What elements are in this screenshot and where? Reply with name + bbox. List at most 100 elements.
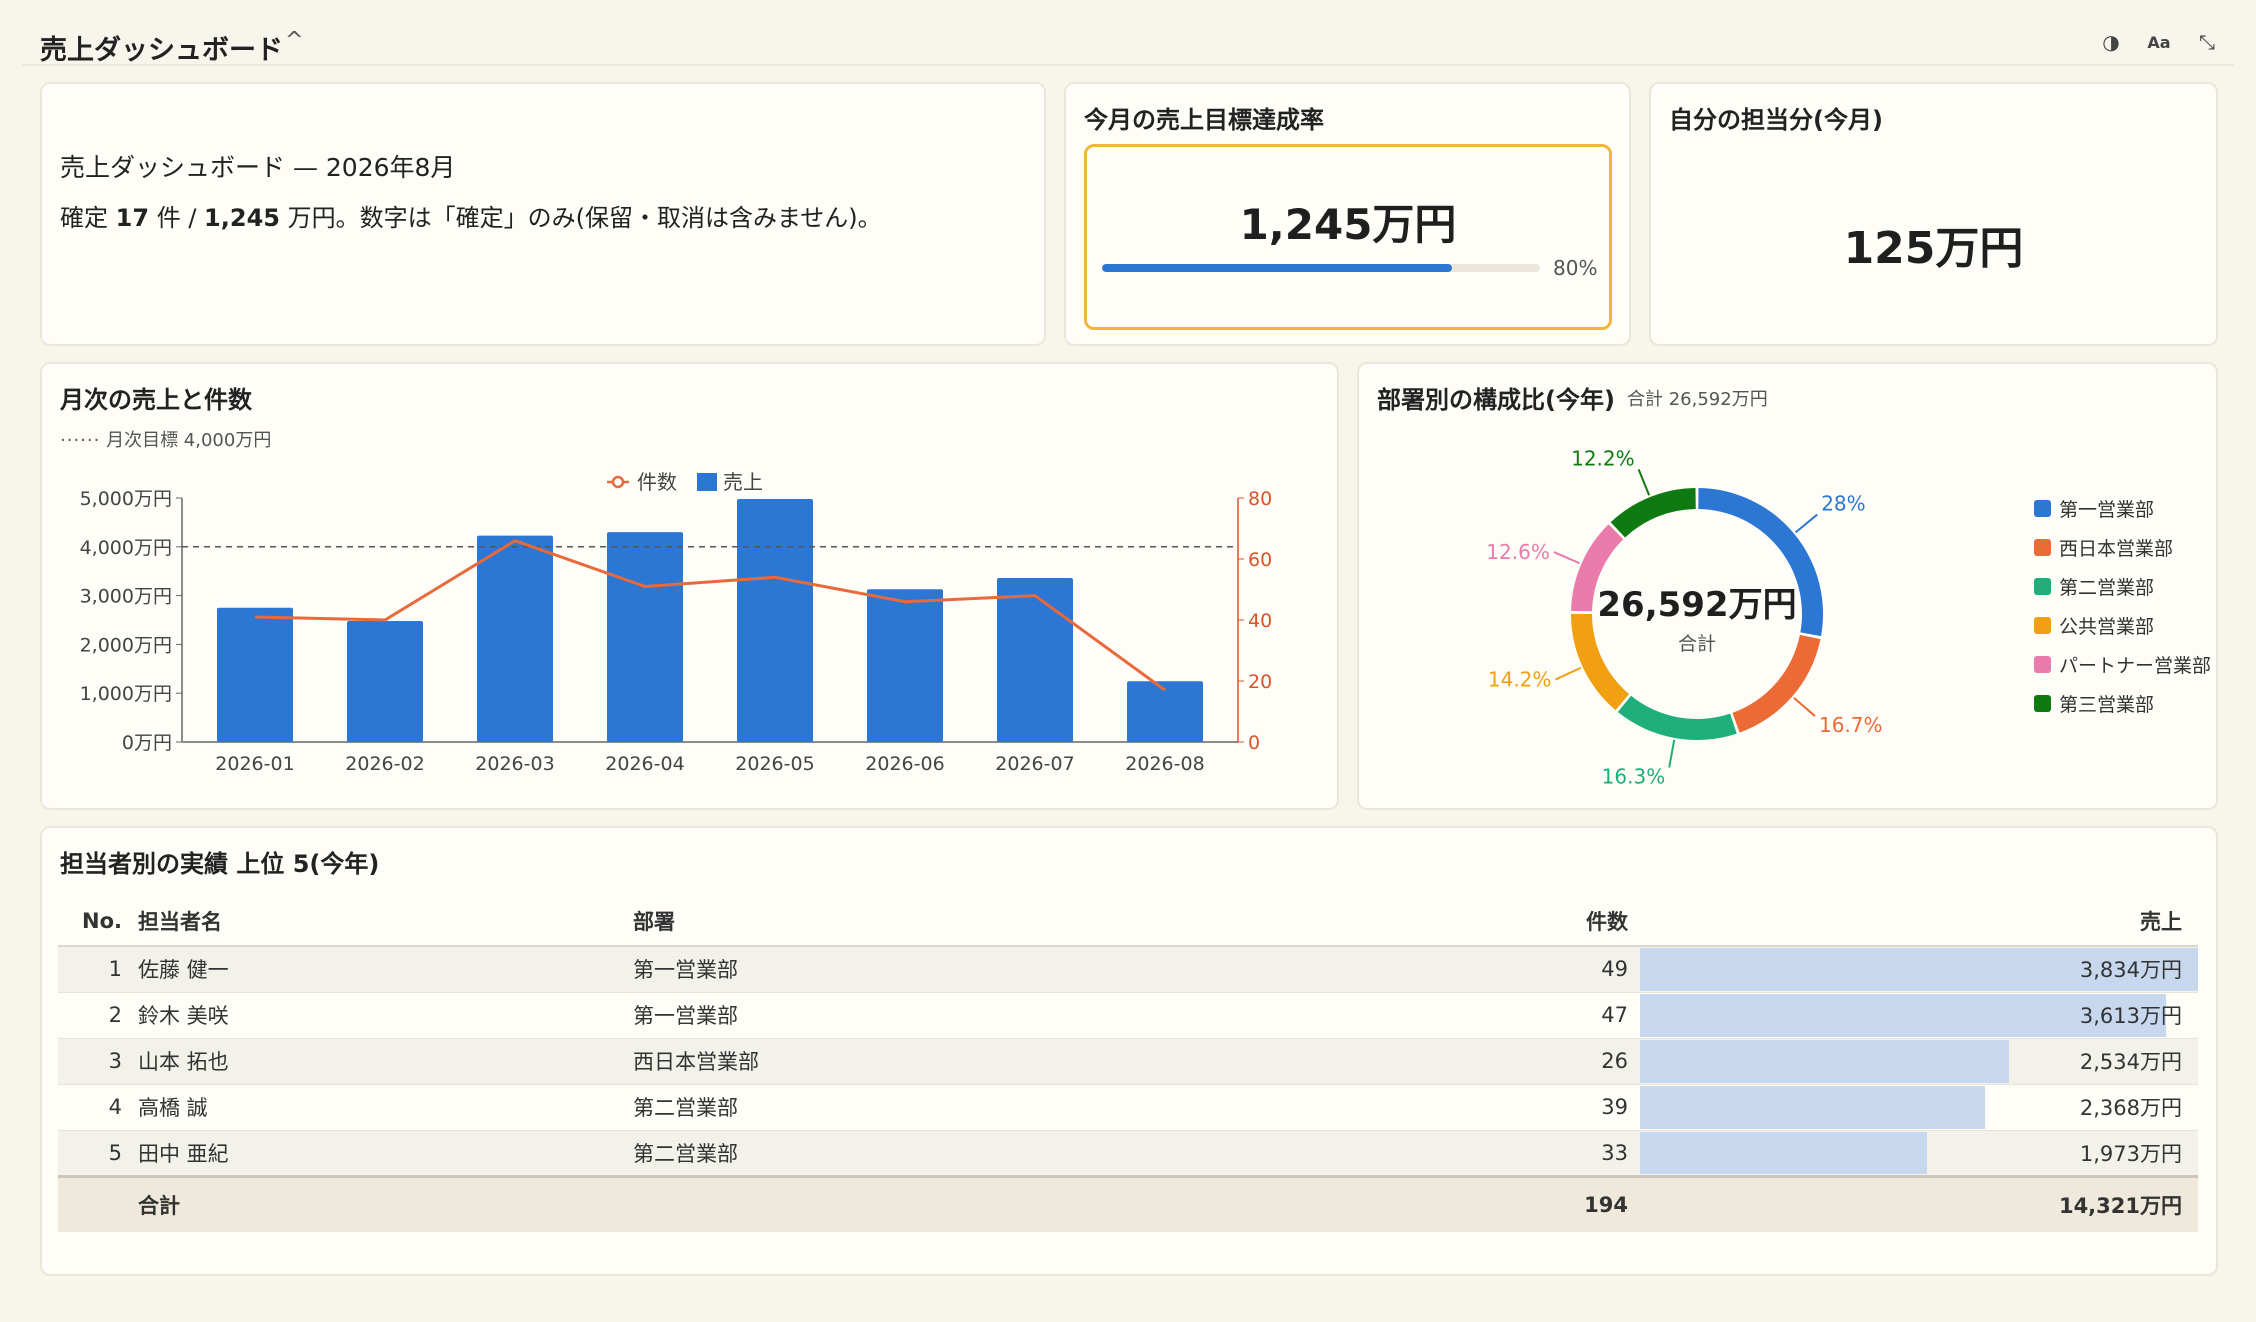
ranking-card: 担当者別の実績 上位 5(今年) No. 担当者名 部署 件数 売上 1 佐藤 健…: [40, 826, 2218, 1276]
row-name: 山本 拓也: [138, 1050, 229, 1074]
row-sales-cell: 3,613万円: [1640, 992, 2198, 1038]
col-count[interactable]: 件数: [1263, 896, 1640, 946]
y-left-tick-label: 3,000万円: [80, 586, 172, 608]
row-count: 26: [1601, 1049, 1628, 1073]
dashboard-title: 売上ダッシュボード: [40, 35, 283, 66]
donut-value-label: 12.6%: [1486, 540, 1550, 564]
summary-prefix: 確定: [60, 204, 108, 232]
col-no[interactable]: No.: [58, 896, 138, 946]
sales-bar: [1640, 1085, 1985, 1129]
donut-value-label: 28%: [1821, 492, 1865, 516]
legend-label: パートナー営業部: [2059, 655, 2211, 677]
table-row[interactable]: 1 佐藤 健一 第一営業部 49 3,834万円: [58, 946, 2198, 992]
legend-swatch: [2034, 617, 2051, 634]
y-left-tick-label: 0万円: [122, 732, 172, 754]
x-tick-label: 2026-07: [995, 753, 1074, 775]
row-sales: 3,613万円: [2079, 1004, 2182, 1028]
summary-card: 売上ダッシュボード — 2026年8月 確定 17 件 / 1,245 万円。数…: [40, 82, 1046, 346]
row-count: 39: [1601, 1095, 1628, 1119]
row-no: 1: [108, 957, 122, 982]
col-dept[interactable]: 部署: [633, 896, 1263, 946]
table-row[interactable]: 4 高橋 誠 第二営業部 39 2,368万円: [58, 1084, 2198, 1130]
table-row[interactable]: 3 山本 拓也 西日本営業部 26 2,534万円: [58, 1038, 2198, 1084]
monthly-chart: 0万円 1,000万円 2,000万円 3,000万円 4,000万円 5,000万円 0 2…: [80, 470, 1273, 775]
own-value: 125万円: [1843, 223, 2024, 274]
donut-leader-1: [1793, 696, 1816, 717]
sales-bar-2026-02: [347, 620, 423, 742]
y-right-tick-label: 40: [1248, 610, 1272, 632]
donut-leader-4: [1553, 551, 1580, 565]
goal-progress-fill: [1102, 264, 1453, 272]
legend-sales-swatch: [697, 473, 717, 491]
x-tick-label: 2026-05: [735, 753, 814, 775]
dashboard-header: 売上ダッシュボード ^ ◑ Aa ⤡: [22, 20, 2234, 66]
donut-slice-5: [1610, 488, 1696, 538]
summary-count: 17: [115, 204, 150, 232]
sales-bar-2026-08: [1127, 681, 1203, 742]
legend-count-label: 件数: [637, 470, 677, 494]
sales-bar: [1640, 1039, 2009, 1083]
row-name: 田中 亜紀: [138, 1141, 229, 1166]
legend-label: 第一営業部: [2059, 499, 2154, 521]
donut-leader-3: [1555, 666, 1582, 681]
total-label: 合計: [138, 1193, 180, 1218]
font-size-icon[interactable]: Aa: [2146, 33, 2172, 52]
legend-label: 公共営業部: [2059, 616, 2154, 638]
donut-leader-2: [1668, 739, 1676, 768]
row-count: 33: [1601, 1140, 1628, 1165]
legend-swatch: [2034, 695, 2051, 712]
row-no: 5: [108, 1140, 122, 1165]
donut-value-label: 12.2%: [1571, 446, 1635, 470]
y-left-tick-label: 2,000万円: [80, 634, 172, 656]
x-tick-label: 2026-01: [215, 753, 294, 775]
y-left-tick-label: 5,000万円: [80, 488, 172, 510]
dept-chart-card: 部署別の構成比(今年) 合計 26,592万円 28% 16.7% 16.3% 14.…: [1357, 362, 2218, 810]
row-sales: 2,368万円: [2079, 1096, 2182, 1120]
legend-label: 西日本営業部: [2059, 538, 2173, 560]
donut-value-label: 14.2%: [1488, 668, 1552, 692]
table-total-row: 合計 194 14,321万円: [58, 1176, 2198, 1232]
legend-label: 第三営業部: [2059, 694, 2154, 716]
donut-leader-5: [1637, 468, 1651, 496]
y-right-tick-label: 20: [1248, 671, 1272, 693]
col-sales[interactable]: 売上: [1640, 896, 2198, 946]
row-dept: 第二営業部: [633, 1141, 738, 1166]
legend-swatch: [2034, 500, 2051, 517]
summary-heading: 売上ダッシュボード — 2026年8月: [60, 153, 456, 182]
donut-center-label: 合計: [1678, 633, 1716, 655]
x-tick-label: 2026-06: [865, 753, 944, 775]
goal-card: 今月の売上目標達成率 1,245万円 80%: [1064, 82, 1631, 346]
row-dept: 第一営業部: [633, 1004, 738, 1028]
y-right-tick-label: 80: [1248, 488, 1272, 510]
table-row[interactable]: 5 田中 亜紀 第二営業部 33 1,973万円: [58, 1130, 2198, 1176]
own-card: 自分の担当分(今月) 125万円: [1649, 82, 2218, 346]
table-header-row: No. 担当者名 部署 件数 売上: [58, 896, 2198, 946]
row-name: 高橋 誠: [138, 1096, 208, 1120]
y-left-tick-label: 4,000万円: [80, 537, 172, 559]
contrast-icon[interactable]: ◑: [2098, 30, 2124, 54]
legend-sales-label: 売上: [723, 470, 763, 494]
legend-swatch: [2034, 578, 2051, 595]
dept-donut-chart: 28% 16.7% 16.3% 14.2% 12.6% 12.2% 26,592万円合計 第一…: [1486, 446, 2211, 788]
row-sales-cell: 1,973万円: [1640, 1130, 2198, 1176]
collapse-icon[interactable]: ⤡: [2194, 30, 2220, 54]
donut-slice-1: [1732, 634, 1821, 733]
goal-value: 1,245万円: [1239, 200, 1457, 249]
donut-center-value: 26,592万円: [1597, 585, 1796, 625]
y-right-tick-label: 0: [1248, 732, 1260, 754]
sales-bar-2026-06: [867, 589, 943, 742]
col-name[interactable]: 担当者名: [138, 896, 633, 946]
goal-progress-track: [1102, 264, 1540, 272]
x-tick-label: 2026-02: [345, 753, 424, 775]
table-row[interactable]: 2 鈴木 美咲 第一営業部 47 3,613万円: [58, 992, 2198, 1038]
monthly-chart-card: 月次の売上と件数 ······ 月次目標 4,000万円 0万円 1,000万円 2…: [40, 362, 1339, 810]
x-tick-label: 2026-08: [1125, 753, 1204, 775]
row-name: 佐藤 健一: [138, 958, 229, 983]
ranking-title: 担当者別の実績 上位 5(今年): [60, 850, 380, 878]
x-tick-label: 2026-03: [475, 753, 554, 775]
collapse-chevron-icon[interactable]: ^: [285, 28, 303, 53]
legend-count-marker: [611, 475, 625, 489]
row-dept: 第二営業部: [633, 1096, 738, 1120]
sales-bar-2026-07: [997, 578, 1073, 742]
sales-bar: [1640, 1131, 1928, 1174]
